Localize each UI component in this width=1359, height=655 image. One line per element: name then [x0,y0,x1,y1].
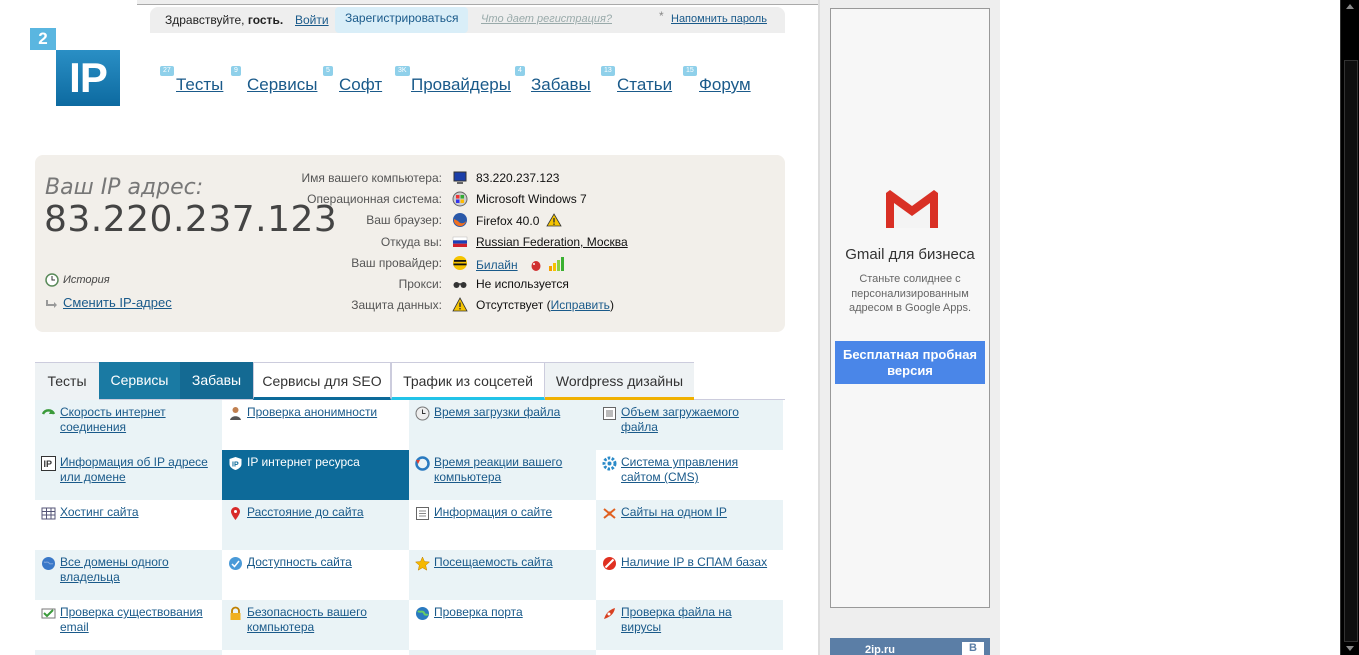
service-row-partial [222,650,409,655]
svg-text:IP: IP [44,459,53,469]
map-pin-icon [231,507,240,520]
speed-bars-icon[interactable] [548,256,566,272]
scroll-up-icon[interactable] [1346,4,1354,9]
tab-seo[interactable]: Сервисы для SEO [253,362,391,400]
clock-icon [415,406,430,421]
table-icon [41,507,56,520]
asterisk: * [659,9,664,23]
browser-top-edge [137,0,877,5]
svg-text:IP: IP [232,462,239,469]
warning-icon [452,297,468,312]
info-row-browser: Ваш браузер: Firefox 40.0 [35,210,785,230]
info-row-provider: Ваш провайдер: Билайн [35,253,785,273]
ip-info-panel: Ваш IP адрес: 83.220.237.123 История Сме… [35,155,785,332]
windows-icon [452,191,468,207]
person-icon [230,407,241,420]
glasses-icon [453,282,467,288]
service-row-partial [409,650,596,655]
why-register-link[interactable]: Что дает регистрация? [481,13,612,25]
logo-2[interactable]: 2 [30,28,56,50]
location-link[interactable]: Russian Federation, Москва [476,235,628,249]
service-resource-ip[interactable]: IP IP интернет ресурса [222,450,409,500]
service-sites-one-ip[interactable]: Сайты на одном IP [596,500,783,550]
document-icon [416,507,429,520]
scrollbar[interactable] [1340,0,1359,655]
virus-icon [604,608,615,619]
service-virus-check[interactable]: Проверка файла на вирусы [596,600,783,650]
service-spam-check[interactable]: Наличие IP в СПАМ базах [596,550,783,600]
russia-flag-icon [452,236,468,247]
provider-link[interactable]: Билайн [476,258,518,272]
service-email-check[interactable]: Проверка существования email [35,600,222,650]
logo-ip[interactable]: IP [56,50,120,106]
gmail-logo-icon [886,190,938,228]
service-ip-info[interactable]: IP Информация об IP адресе или домене [35,450,222,500]
service-pc-security[interactable]: Безопасность вашего компьютера [222,600,409,650]
service-availability[interactable]: Доступность сайта [222,550,409,600]
login-link[interactable]: Войти [295,13,329,27]
service-site-info[interactable]: Информация о сайте [409,500,596,550]
refresh-icon [415,456,430,471]
gear-icon [602,456,617,471]
service-distance[interactable]: Расстояние до сайта [222,500,409,550]
tab-fun[interactable]: Забавы [180,362,253,399]
globe-check-icon [229,557,242,570]
tab-social-traffic[interactable]: Трафик из соцсетей [391,362,545,400]
ip-icon: IP [41,456,56,471]
tab-wordpress[interactable]: Wordpress дизайны [545,362,694,400]
service-hosting[interactable]: Хостинг сайта [35,500,222,550]
service-file-size[interactable]: Объем загружаемого файла [596,400,783,450]
service-download-time[interactable]: Время загрузки файла [409,400,596,450]
info-row-protection: Защита данных: Отсутствует (Исправить) [351,297,614,312]
remind-password-link[interactable]: Напомнить пароль [671,13,767,25]
service-traffic[interactable]: Посещаемость сайта [409,550,596,600]
tab-services[interactable]: Сервисы [99,362,180,399]
service-response-time[interactable]: Время реакции вашего компьютера [409,450,596,500]
service-anonymity[interactable]: Проверка анонимности [222,400,409,450]
lock-icon [230,606,241,620]
free-trial-button[interactable]: Бесплатная пробная версия [835,341,985,384]
info-row-os: Операционная система: Microsoft Windows … [307,191,587,207]
ad-description: Станьте солиднее с персонализированным а… [848,273,972,314]
tab-tests[interactable]: Тесты [35,362,99,400]
greeting: Здравствуйте, гость. [165,13,284,27]
mail-check-icon [41,608,56,619]
info-row-proxy: Прокси: Не используется [398,277,569,291]
globe-icon [42,557,55,570]
firefox-icon [453,213,467,227]
service-tabs: Тесты Сервисы Забавы Сервисы для SEO Тра… [35,362,785,400]
window-icon [603,407,616,420]
block-icon [603,557,616,570]
gmail-ad[interactable]: Gmail для бизнеса Станьте солиднее с пер… [830,8,990,608]
page: Здравствуйте, гость. Войти Зарегистриров… [0,0,1340,655]
info-row-location: Откуда вы: Russian Federation, Москва [380,235,628,249]
info-row-computer: Имя вашего компьютера: 83.220.237.123 [301,171,560,185]
ad-title: Gmail для бизнеса [845,246,975,263]
computer-icon [453,171,467,184]
service-speed[interactable]: Скорость интернет соединения [35,400,222,450]
network-icon [603,508,616,519]
ip-shield-icon: IP [229,457,242,470]
scroll-thumb[interactable] [1344,60,1358,642]
globe-port-icon [416,607,429,620]
scroll-down-icon[interactable] [1346,646,1354,651]
service-row-partial [35,650,222,655]
user-bar: Здравствуйте, гость. Войти Зарегистриров… [150,7,785,33]
service-row-partial [596,650,783,655]
service-cms[interactable]: Система управления сайтом (CMS) [596,450,783,500]
beeline-icon [453,256,467,270]
service-domains-owner[interactable]: Все домены одного владельца [35,550,222,600]
bottom-banner[interactable]: 2ip.ru B [830,638,990,655]
speed-icon [41,409,56,415]
register-button[interactable]: Зарегистрироваться [335,7,469,33]
star-icon [415,556,430,571]
warning-icon [546,213,562,227]
bug-icon[interactable] [529,258,543,272]
fix-protection-link[interactable]: Исправить [551,298,610,312]
service-port-check[interactable]: Проверка порта [409,600,596,650]
